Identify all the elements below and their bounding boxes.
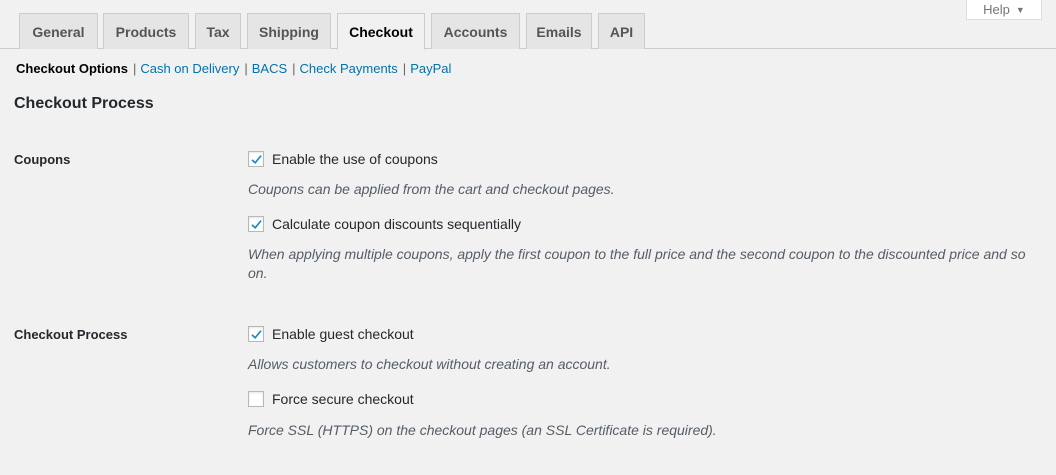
- subnav-separator: |: [402, 60, 407, 76]
- subnav-cash-on-delivery[interactable]: Cash on Delivery: [140, 61, 239, 76]
- subnav-separator: |: [132, 60, 137, 76]
- secure-checkout-label: Force secure checkout: [272, 391, 414, 407]
- tab-tax[interactable]: Tax: [195, 13, 241, 49]
- guest-checkout-checkbox[interactable]: [248, 326, 264, 342]
- enable-coupons-option[interactable]: Enable the use of coupons: [248, 150, 438, 168]
- guest-checkout-description: Allows customers to checkout without cre…: [248, 356, 611, 372]
- subnav-paypal[interactable]: PayPal: [410, 61, 451, 76]
- secure-checkout-description: Force SSL (HTTPS) on the checkout pages …: [248, 422, 717, 438]
- sequential-coupons-checkbox[interactable]: [248, 216, 264, 232]
- tab-checkout[interactable]: Checkout: [337, 13, 425, 50]
- guest-checkout-option[interactable]: Enable guest checkout: [248, 325, 414, 343]
- checkout-process-label: Checkout Process: [14, 327, 128, 342]
- secure-checkout-option[interactable]: Force secure checkout: [248, 390, 414, 408]
- settings-tabs: General Products Tax Shipping Checkout A…: [0, 13, 1056, 50]
- enable-coupons-checkbox[interactable]: [248, 151, 264, 167]
- secure-checkout-checkbox[interactable]: [248, 391, 264, 407]
- checkmark-icon: [250, 329, 262, 339]
- subnav-checkout-options[interactable]: Checkout Options: [16, 61, 128, 76]
- settings-page: Help ▼ General Products Tax Shipping Che…: [0, 0, 1056, 475]
- tab-api[interactable]: API: [598, 13, 645, 49]
- guest-checkout-label: Enable guest checkout: [272, 326, 414, 342]
- checkmark-icon: [250, 219, 262, 229]
- sequential-coupons-label: Calculate coupon discounts sequentially: [272, 216, 522, 232]
- section-title: Checkout Process: [14, 95, 154, 112]
- tab-general[interactable]: General: [19, 13, 98, 49]
- enable-coupons-label: Enable the use of coupons: [272, 151, 438, 167]
- sequential-coupons-option[interactable]: Calculate coupon discounts sequentially: [248, 215, 521, 233]
- subnav-separator: |: [292, 60, 296, 76]
- checkmark-icon: [250, 154, 262, 164]
- enable-coupons-description: Coupons can be applied from the cart and…: [248, 181, 615, 197]
- subnav-check-payments[interactable]: Check Payments: [300, 61, 398, 76]
- tab-shipping[interactable]: Shipping: [247, 13, 331, 49]
- tab-products[interactable]: Products: [103, 13, 189, 49]
- subnav-separator: |: [244, 60, 248, 76]
- coupons-label: Coupons: [14, 152, 71, 167]
- tab-emails[interactable]: Emails: [526, 13, 592, 49]
- subnav-bacs[interactable]: BACS: [252, 61, 287, 76]
- tab-accounts[interactable]: Accounts: [431, 13, 520, 49]
- checkout-subnav: Checkout Options | Cash on Delivery | BA…: [16, 59, 451, 77]
- sequential-coupons-description: When applying multiple coupons, apply th…: [248, 246, 1026, 281]
